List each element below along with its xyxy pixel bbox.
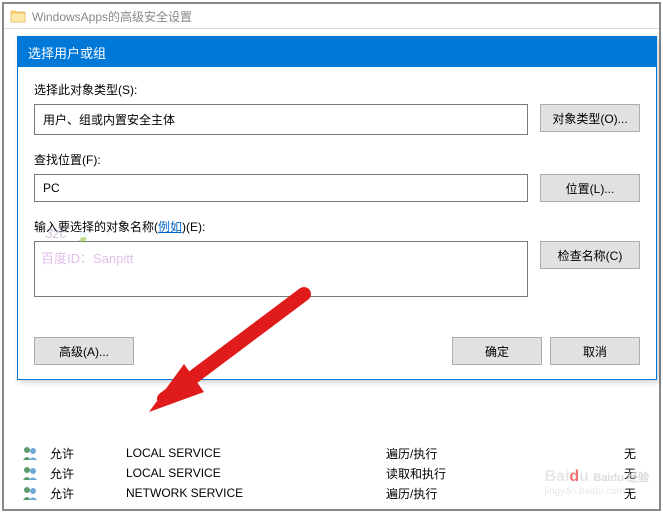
table-row[interactable]: 允许 NETWORK SERVICE 遍历/执行 无 [22,483,662,503]
location-field: PC [34,174,528,202]
object-type-label: 选择此对象类型(S): [34,81,640,98]
locations-button[interactable]: 位置(L)... [540,174,640,202]
check-names-button[interactable]: 检查名称(C) [540,241,640,269]
permission-cell: 遍历/执行 [386,485,596,502]
access-cell: 允许 [46,465,126,482]
inherit-cell: 无 [596,445,636,462]
select-user-dialog: 选择用户或组 选择此对象类型(S): 用户、组或内置安全主体 对象类型(O)..… [17,36,657,380]
example-link[interactable]: 例如 [158,220,182,234]
object-type-field: 用户、组或内置安全主体 [34,104,528,135]
object-names-label: 输入要选择的对象名称(例如)(E): [34,218,640,235]
principal-cell: NETWORK SERVICE [126,486,386,500]
ok-button[interactable]: 确定 [452,337,542,365]
watermark-text: 百度ID：Sanpitt [41,248,133,267]
inherit-cell: 无 [596,465,636,482]
parent-window-title: WindowsApps的高级安全设置 [32,8,192,25]
object-names-input[interactable]: 3zc🍃 百度ID：Sanpitt [34,241,528,297]
access-cell: 允许 [46,485,126,502]
dialog-title: 选择用户或组 [28,43,106,62]
permission-cell: 遍历/执行 [386,445,596,462]
parent-window-titlebar: WindowsApps的高级安全设置 [4,4,659,29]
permissions-table: 允许 LOCAL SERVICE 遍历/执行 无 允许 LOCAL SERVIC… [22,443,662,503]
group-icon [22,465,46,481]
table-row[interactable]: 允许 LOCAL SERVICE 遍历/执行 无 [22,443,662,463]
access-cell: 允许 [46,445,126,462]
object-types-button[interactable]: 对象类型(O)... [540,104,640,132]
permission-cell: 读取和执行 [386,465,596,482]
group-icon [22,485,46,501]
cancel-button[interactable]: 取消 [550,337,640,365]
principal-cell: LOCAL SERVICE [126,446,386,460]
principal-cell: LOCAL SERVICE [126,466,386,480]
table-row[interactable]: 允许 LOCAL SERVICE 读取和执行 无 [22,463,662,483]
advanced-button[interactable]: 高级(A)... [34,337,134,365]
location-label: 查找位置(F): [34,151,640,168]
folder-icon [10,9,26,23]
inherit-cell: 无 [596,485,636,502]
dialog-titlebar[interactable]: 选择用户或组 [18,37,656,67]
group-icon [22,445,46,461]
